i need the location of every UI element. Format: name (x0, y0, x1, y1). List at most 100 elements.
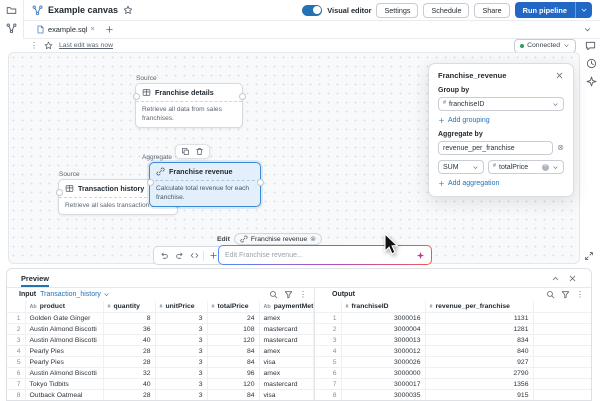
input-port[interactable] (147, 179, 154, 186)
run-pipeline-menu-chevron-icon[interactable] (576, 2, 592, 18)
column-header[interactable]: #franchiseID (341, 301, 425, 313)
run-pipeline-button[interactable]: Run pipeline (515, 2, 592, 18)
config-panel: Franchise_revenue Group by # franchiseID… (428, 63, 574, 197)
connection-status-badge[interactable]: Connected (514, 39, 576, 53)
filter-icon[interactable] (561, 290, 570, 299)
table-options-icon[interactable]: ⋮ (299, 290, 307, 299)
search-icon[interactable] (269, 290, 278, 299)
table-options-icon[interactable]: ⋮ (576, 290, 584, 299)
assistant-icon[interactable] (585, 75, 597, 87)
table-row: 4Pearly Pies28384amex (7, 346, 314, 357)
node-franchise-revenue[interactable]: Franchise revenue Calculate total revenu… (149, 162, 261, 207)
remove-aggregation-icon[interactable]: ⊗ (557, 144, 564, 152)
output-port[interactable] (239, 93, 246, 100)
table-cell: 3 (155, 346, 207, 357)
duplicate-node-icon[interactable] (181, 147, 190, 156)
collapse-preview-chevron-icon[interactable] (551, 274, 560, 283)
search-icon[interactable] (546, 290, 555, 299)
table-cell: visa (259, 357, 314, 368)
column-header[interactable]: #totalPrice (207, 301, 259, 313)
table-cell: 3 (155, 368, 207, 379)
overflow-menu-icon[interactable]: ⋮ (30, 41, 38, 50)
table-cell: 3 (155, 379, 207, 390)
table-row: 230000041281 (315, 324, 591, 335)
filter-icon[interactable] (284, 290, 293, 299)
settings-button[interactable]: Settings (376, 3, 418, 18)
last-edit-link[interactable]: Last edit was now (59, 42, 113, 49)
connected-dot (520, 44, 524, 48)
star-icon[interactable] (44, 41, 53, 50)
delete-node-icon[interactable] (195, 147, 204, 156)
output-port[interactable] (257, 179, 264, 186)
row-number-header (315, 301, 341, 313)
aggregation-column-select[interactable]: # totalPrice × (488, 160, 564, 174)
new-tab-icon[interactable] (105, 25, 114, 34)
input-port[interactable] (133, 93, 140, 100)
row-number: 6 (315, 368, 341, 379)
column-header[interactable]: #revenue_per_franchise (425, 301, 533, 313)
column-header[interactable]: Abproduct (25, 301, 103, 313)
row-number: 3 (315, 335, 341, 346)
add-grouping-button[interactable]: Add grouping (438, 117, 564, 124)
table-cell: 840 (425, 346, 533, 357)
folder-icon[interactable] (6, 5, 17, 16)
table-cell: Outback Oatmeal (25, 390, 103, 401)
table-cell: 84 (207, 346, 259, 357)
run-pipeline-label[interactable]: Run pipeline (515, 2, 575, 18)
clear-column-icon[interactable]: × (542, 164, 549, 171)
table-cell: 36 (103, 324, 155, 335)
aggregation-name-input[interactable]: revenue_per_franchise (438, 141, 553, 155)
selected-node-pill[interactable]: Franchise revenue ⊗ (234, 233, 322, 245)
tab-example-sql[interactable]: example.sql × (32, 21, 99, 38)
table-row: 1Golden Gate Ginger8324amex (7, 313, 314, 324)
row-number: 4 (315, 346, 341, 357)
history-icon[interactable] (585, 57, 597, 69)
aggregate-by-label: Aggregate by (438, 131, 564, 138)
node-title: Franchise details (155, 88, 214, 97)
undo-icon[interactable] (158, 250, 170, 262)
input-source-select[interactable]: Transaction_history (40, 291, 110, 298)
node-title: Franchise revenue (169, 167, 233, 176)
comments-icon[interactable] (584, 39, 596, 51)
close-panel-icon[interactable] (555, 71, 564, 80)
close-preview-icon[interactable] (568, 274, 577, 283)
string-type-icon: Ab (30, 304, 37, 310)
node-franchise-details[interactable]: Franchise details Retrieve all data from… (135, 83, 243, 128)
group-by-select[interactable]: # franchiseID (438, 97, 564, 111)
table-cell: 834 (425, 335, 533, 346)
table-cell: mastercard (259, 324, 314, 335)
workflow-icon[interactable] (6, 23, 17, 34)
tab-close-icon[interactable]: × (90, 26, 94, 33)
table-cell: 84 (207, 390, 259, 401)
column-header[interactable]: AbpaymentMethod (259, 301, 314, 313)
share-button[interactable]: Share (474, 3, 509, 18)
node-type-label: Source (136, 75, 157, 82)
code-view-icon[interactable] (188, 250, 200, 262)
assistant-sparkle-icon[interactable] (416, 251, 425, 260)
aggregation-function-select[interactable]: SUM (438, 160, 484, 174)
visual-editor-toggle[interactable] (302, 5, 322, 16)
page-title: Example canvas (48, 5, 118, 15)
table-cell: 28 (103, 346, 155, 357)
table-cell: 120 (207, 379, 259, 390)
tab-preview[interactable]: Preview (21, 269, 49, 287)
column-header[interactable]: #quantity (103, 301, 155, 313)
pill-remove-icon[interactable]: ⊗ (310, 235, 316, 243)
add-aggregation-button[interactable]: Add aggregation (438, 180, 564, 187)
expand-panel-icon[interactable] (583, 250, 595, 262)
schedule-button[interactable]: Schedule (423, 3, 469, 18)
chevron-down-icon (472, 164, 479, 171)
table-row: 43000012840 (315, 346, 591, 357)
node-title: Transaction history (78, 184, 144, 193)
collapse-tabbar-chevron-icon[interactable] (583, 25, 592, 34)
table-cell: 3000035 (341, 390, 425, 401)
table-cell: Austin Almond Biscotti (25, 368, 103, 379)
status-bar: ⋮ Last edit was now Connected (24, 39, 582, 52)
input-port[interactable] (56, 189, 63, 196)
table-cell: 1131 (425, 313, 533, 324)
row-number: 7 (315, 379, 341, 390)
favorite-star-icon[interactable] (123, 5, 133, 15)
column-header[interactable]: #unitPrice (155, 301, 207, 313)
redo-icon[interactable] (173, 250, 185, 262)
table-source-icon (65, 184, 74, 193)
